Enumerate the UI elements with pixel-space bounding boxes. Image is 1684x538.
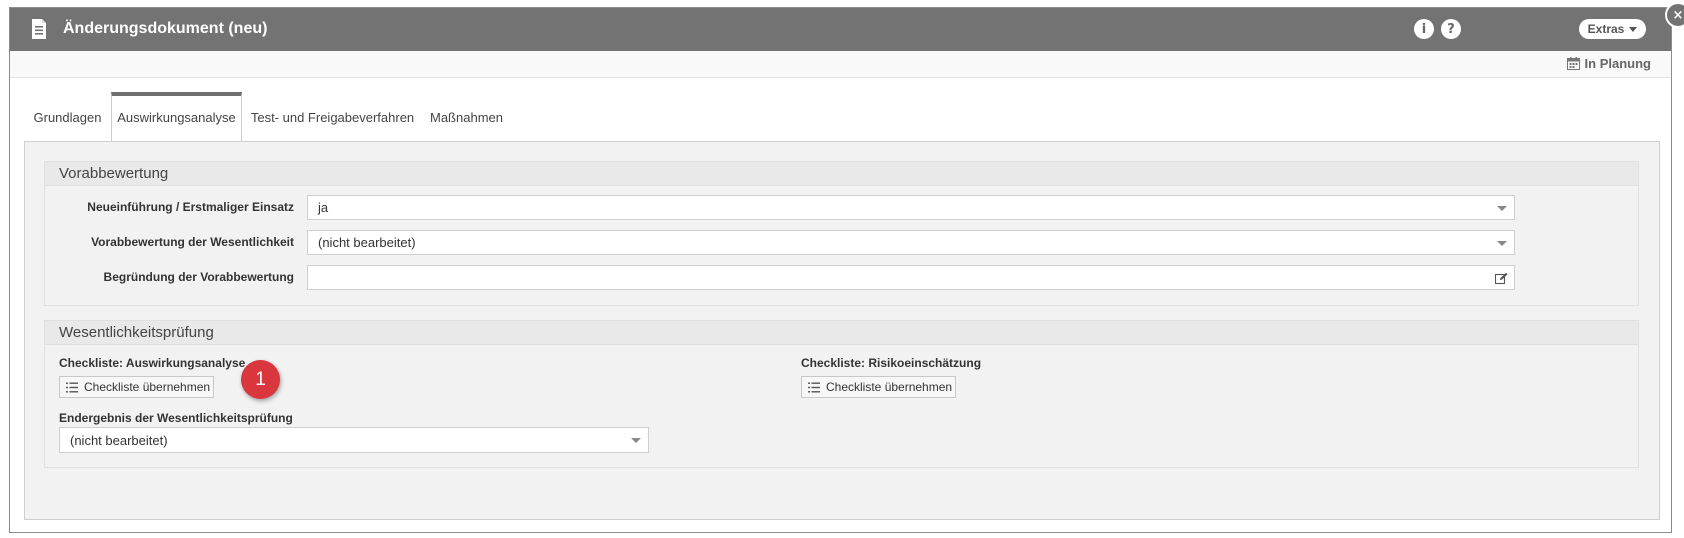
field-label-vorabbewertung-wesentlichkeit: Vorabbewertung der Wesentlichkeit [91,235,294,249]
checklist-risikoeinschaetzung-label: Checkliste: Risikoeinschätzung [801,356,982,370]
button-label: Checkliste übernehmen [826,380,953,394]
status-badge: In Planung [1566,56,1651,71]
status-bar: In Planung [10,51,1671,78]
tab-grundlagen[interactable]: Grundlagen [24,92,111,142]
field-label-neueinfuehrung: Neueinführung / Erstmaliger Einsatz [87,200,294,214]
info-icon[interactable]: i [1414,19,1434,39]
checklist-auswirkungsanalyse-button[interactable]: Checkliste übernehmen [59,376,214,398]
chevron-down-icon [1629,26,1638,32]
neueinfuehrung-select[interactable]: ja [307,195,1515,220]
section-wesentlichkeitspruefung: Wesentlichkeitsprüfung Checkliste: Auswi… [44,320,1639,468]
extras-button-label: Extras [1587,22,1625,36]
checklist-auswirkungsanalyse-label: Checkliste: Auswirkungsanalyse [59,356,246,370]
list-icon [808,382,820,392]
close-icon[interactable]: × [1665,2,1684,28]
button-label: Checkliste übernehmen [84,380,211,394]
annotation-marker: 1 [241,360,280,399]
dialog-titlebar: Änderungsdokument (neu) i ? Extras [10,8,1671,51]
select-value: (nicht bearbeitet) [318,235,416,250]
calendar-icon [1566,57,1580,70]
dialog-title: Änderungsdokument (neu) [63,20,268,37]
chevron-down-icon [1497,206,1507,211]
extras-button[interactable]: Extras [1579,19,1646,39]
section-heading: Wesentlichkeitsprüfung [45,321,1638,345]
field-label-begruendung: Begründung der Vorabbewertung [103,270,294,284]
list-icon [66,382,78,392]
help-icon[interactable]: ? [1441,19,1461,39]
tab-auswirkungsanalyse[interactable]: Auswirkungsanalyse [111,92,242,141]
vorabbewertung-wesentlichkeit-select[interactable]: (nicht bearbeitet) [307,230,1515,255]
chevron-down-icon [1497,241,1507,246]
endergebnis-label: Endergebnis der Wesentlichkeitsprüfung [59,411,293,425]
checklist-risikoeinschaetzung-button[interactable]: Checkliste übernehmen [801,376,956,398]
tab-test-freigabeverfahren[interactable]: Test- und Freigabeverfahren [242,92,423,142]
tab-content-panel: Vorabbewertung Neueinführung / Erstmalig… [24,141,1660,520]
section-vorabbewertung: Vorabbewertung Neueinführung / Erstmalig… [44,161,1639,306]
dialog-window: Änderungsdokument (neu) i ? Extras × In … [9,2,1684,533]
select-value: ja [318,200,329,215]
begruendung-field[interactable] [307,265,1515,290]
document-icon [32,19,46,39]
endergebnis-select[interactable]: (nicht bearbeitet) [59,427,649,453]
chevron-down-icon [631,438,641,443]
tab-massnahmen[interactable]: Maßnahmen [423,92,510,142]
edit-icon[interactable] [1495,272,1508,285]
select-value: (nicht bearbeitet) [70,432,168,448]
status-text: In Planung [1584,56,1651,71]
section-heading: Vorabbewertung [45,162,1638,186]
